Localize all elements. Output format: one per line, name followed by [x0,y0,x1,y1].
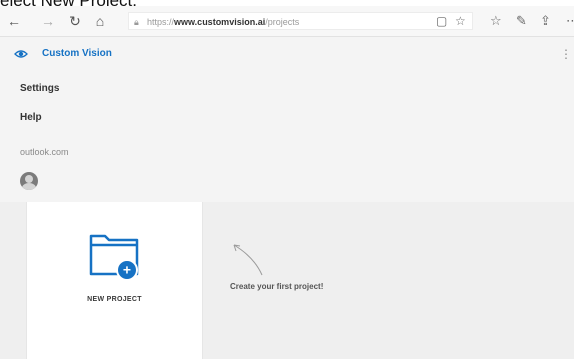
back-arrow-icon[interactable]: ← [6,13,22,29]
share-icon[interactable]: ⇪ [540,13,551,29]
account-menu: Settings Help outlook.com [0,71,574,202]
browser-toolbar: ← → ↻ ⌂ 🔒︎ https://www.customvision.ai/p… [0,6,574,37]
avatar[interactable] [20,172,38,190]
favorites-icon[interactable]: ☆ [490,13,502,29]
reading-view-icon[interactable]: ▢ [436,12,447,30]
app-header: Custom Vision ⋮ [0,37,574,71]
forward-arrow-icon[interactable]: → [40,13,56,29]
empty-state-hint: Create your first project! [230,282,324,291]
url-path: /projects [265,17,300,27]
app-title[interactable]: Custom Vision [42,47,112,61]
more-menu-icon[interactable]: ⋯ [566,13,574,29]
refresh-icon[interactable]: ↻ [67,13,83,29]
projects-area: + NEW PROJECT Create your first project! [0,202,574,359]
url-domain: www.customvision.ai [174,17,266,27]
menu-item-settings[interactable]: Settings [20,83,59,94]
lock-icon: 🔒︎ [134,17,139,27]
new-project-label: NEW PROJECT [87,296,142,303]
new-folder-icon: + [89,234,139,281]
plus-icon: + [123,262,131,278]
pen-icon[interactable]: ✎ [516,13,527,29]
curved-arrow-icon [233,244,263,276]
account-email: outlook.com [20,147,69,157]
vertical-ellipsis-icon[interactable]: ⋮ [560,47,572,61]
home-icon[interactable]: ⌂ [92,13,108,29]
favorite-star-icon[interactable]: ☆ [455,12,466,30]
menu-item-help[interactable]: Help [20,112,42,123]
new-project-button[interactable]: + NEW PROJECT [26,202,203,359]
url-prefix: https:// [147,17,175,27]
address-bar[interactable]: 🔒︎ https://www.customvision.ai/projects [128,12,473,30]
eye-icon [14,50,28,58]
